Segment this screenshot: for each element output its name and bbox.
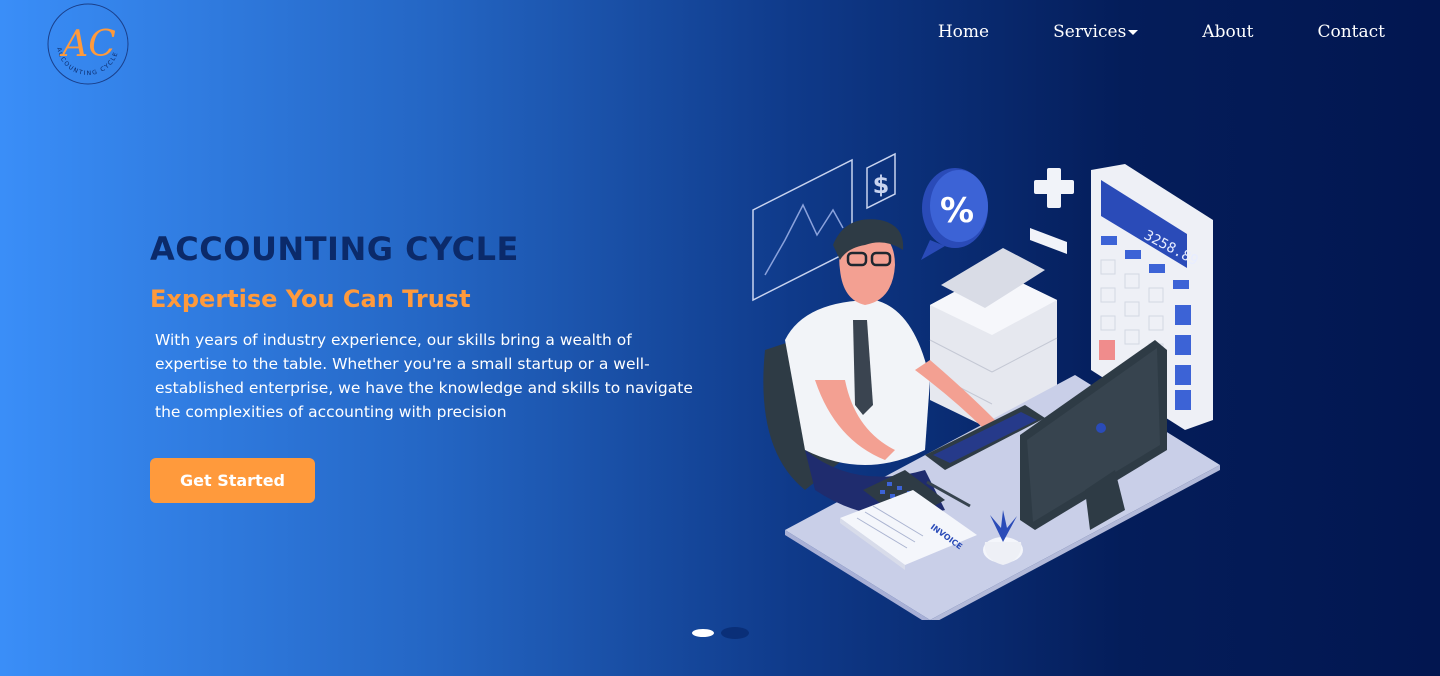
nav-about[interactable]: About [1170, 22, 1285, 42]
nav-home[interactable]: Home [906, 22, 1021, 42]
chevron-down-icon [1128, 29, 1139, 35]
main-nav: Home Services About Contact [906, 22, 1385, 42]
get-started-button[interactable]: Get Started [150, 458, 315, 503]
hero-description: With years of industry experience, our s… [155, 331, 693, 421]
nav-home-label: Home [937, 22, 990, 42]
nav-about-label: About [1202, 22, 1254, 42]
carousel-dot-2[interactable] [721, 627, 749, 639]
svg-text:$: $ [873, 171, 890, 199]
nav-contact[interactable]: Contact [1285, 22, 1385, 42]
chart-panel-icon [752, 158, 853, 302]
nav-contact-label: Contact [1317, 22, 1385, 42]
logo-icon: ACCOUNTING CYCLE AC [47, 3, 129, 85]
plus-minus-icon [1030, 168, 1074, 254]
nav-services[interactable]: Services [1021, 22, 1170, 42]
svg-text:%: % [940, 191, 974, 231]
carousel-indicators [692, 627, 749, 639]
dollar-bubble-icon: $ [866, 152, 896, 210]
percent-bubble-icon: % [921, 168, 988, 260]
hero-subtitle: Expertise You Can Trust [150, 285, 471, 313]
logo[interactable]: ACCOUNTING CYCLE AC [46, 2, 130, 86]
accountant-illustration: $ % 3258.89 INVOICE [752, 152, 1220, 620]
hero-title: ACCOUNTING CYCLE [150, 230, 519, 268]
carousel-dot-1[interactable] [692, 629, 714, 637]
logo-letters: AC [59, 24, 116, 65]
nav-services-label: Services [1053, 22, 1127, 42]
